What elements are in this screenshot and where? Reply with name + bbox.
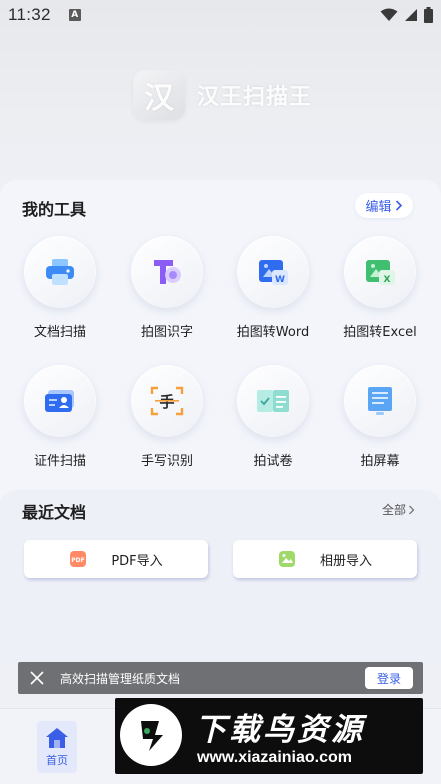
tool-label: 拍屏幕 [360, 454, 400, 469]
tool-label: 拍图转Word [236, 325, 310, 340]
printer-icon [46, 259, 74, 285]
album-icon [278, 551, 295, 567]
nav-home-label: 首页 [46, 754, 68, 767]
app-header: 11:32 A 汉 汉王扫描王 [0, 0, 441, 200]
tool-circle: 手 [131, 365, 203, 437]
chevron-right-icon [395, 200, 402, 211]
notification-badge: A [68, 9, 81, 21]
login-banner-text: 高效扫描管理纸质文档 [60, 671, 181, 686]
tool-circle [24, 365, 96, 437]
id-card-icon [45, 390, 74, 412]
tool-label: 拍图识字 [140, 325, 193, 340]
brand: 汉 汉王扫描王 [133, 70, 312, 120]
album-import-button[interactable]: 相册导入 [233, 540, 417, 578]
view-all-link[interactable]: 全部 [382, 501, 415, 518]
tool-circle [131, 236, 203, 308]
edit-button-label: 编辑 [365, 200, 392, 215]
brand-name: 汉王扫描王 [197, 85, 313, 110]
watermark-title: 下载鸟资源 [195, 712, 365, 748]
tool-circle [344, 365, 416, 437]
pdf-icon: PDF [70, 551, 87, 567]
bird-logo-icon [120, 704, 182, 766]
svg-text:PDF: PDF [72, 557, 85, 564]
brand-logo: 汉 [133, 70, 185, 120]
tool-label: 拍试卷 [253, 454, 293, 469]
tool-exam-paper[interactable]: 拍试卷 [223, 365, 323, 485]
tool-circle [237, 365, 309, 437]
pdf-import-label: PDF导入 [111, 553, 163, 569]
tool-label: 文档扫描 [33, 325, 86, 340]
tool-document-scan[interactable]: 文档扫描 [10, 236, 110, 356]
view-all-label: 全部 [382, 503, 407, 517]
tool-circle: X [344, 236, 416, 308]
status-bar: 11:32 A [0, 0, 441, 30]
watermark-banner: 下载鸟资源 www.xiazainiao.com [115, 698, 423, 774]
pdf-import-button[interactable]: PDF PDF导入 [24, 540, 208, 578]
text-recognition-icon [154, 260, 181, 284]
handwriting-icon: 手 [150, 386, 184, 416]
signal-icon [405, 9, 417, 21]
word-icon: W [259, 260, 288, 285]
tool-circle [24, 236, 96, 308]
svg-text:手: 手 [159, 393, 174, 411]
tool-photo-to-word[interactable]: W 拍图转Word [223, 236, 323, 356]
login-banner: 高效扫描管理纸质文档 登录 [18, 662, 423, 694]
tool-handwriting[interactable]: 手 手写识别 [117, 365, 217, 485]
tool-screen-capture[interactable]: 拍屏幕 [330, 365, 430, 485]
svg-text:X: X [384, 275, 391, 285]
home-icon [46, 728, 68, 748]
recent-section-title: 最近文档 [22, 503, 87, 522]
edit-button[interactable]: 编辑 [355, 193, 413, 218]
excel-icon: X [366, 260, 395, 285]
tools-section-title: 我的工具 [22, 200, 87, 219]
close-icon[interactable] [28, 669, 46, 687]
nav-home[interactable]: 首页 [37, 721, 77, 773]
chevron-right-icon [409, 505, 415, 514]
album-import-label: 相册导入 [319, 553, 372, 569]
tool-circle: W [237, 236, 309, 308]
status-icons [380, 7, 433, 23]
screen-icon [368, 387, 392, 415]
tool-photo-ocr[interactable]: 拍图识字 [117, 236, 217, 356]
battery-icon [424, 7, 433, 23]
tool-label: 手写识别 [140, 454, 193, 469]
exam-paper-icon [257, 390, 289, 412]
watermark-url: www.xiazainiao.com [197, 749, 353, 766]
status-time: 11:32 [8, 5, 51, 24]
svg-text:W: W [275, 275, 285, 285]
login-button[interactable]: 登录 [365, 667, 413, 689]
tool-label: 拍图转Excel [343, 325, 417, 340]
tool-label: 证件扫描 [33, 454, 86, 469]
tool-id-scan[interactable]: 证件扫描 [10, 365, 110, 485]
wifi-icon [380, 8, 398, 21]
tool-photo-to-excel[interactable]: X 拍图转Excel [330, 236, 430, 356]
